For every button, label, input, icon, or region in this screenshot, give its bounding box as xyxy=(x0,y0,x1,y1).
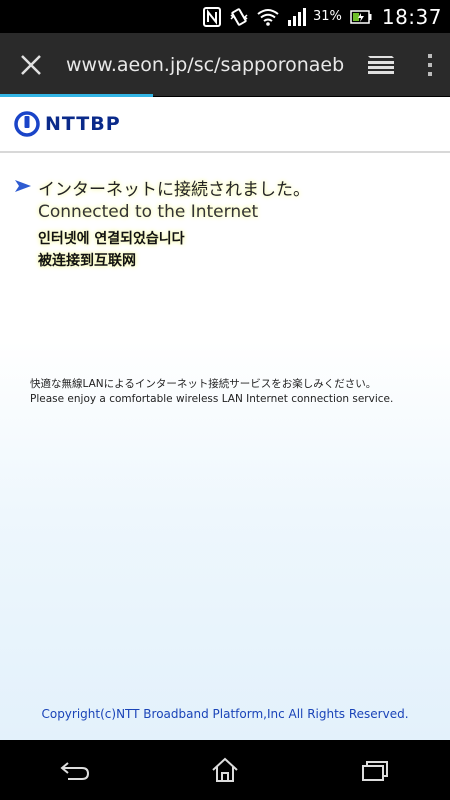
url-bar[interactable]: www.aeon.jp/sc/sapporonaeb xyxy=(66,54,352,76)
more-vertical-icon xyxy=(428,53,432,76)
status-clock: 18:37 xyxy=(381,4,442,29)
wifi-icon xyxy=(257,8,279,26)
home-button[interactable] xyxy=(185,740,265,800)
close-tab-button[interactable] xyxy=(0,33,62,96)
service-text-en: Please enjoy a comfortable wireless LAN … xyxy=(30,393,394,405)
connected-message-ja: インターネットに接続されました。 xyxy=(38,180,310,200)
connected-message-zh: 被连接到互联网 xyxy=(38,253,136,269)
signal-icon xyxy=(287,7,307,26)
recent-apps-button[interactable] xyxy=(335,740,415,800)
service-description: 快適な無線LANによるインターネット接続サービスをお楽しみください。 Pleas… xyxy=(30,377,393,407)
nfc-icon xyxy=(202,6,221,27)
close-icon xyxy=(21,54,41,75)
tabs-button[interactable] xyxy=(352,33,410,96)
service-text-ja: 快適な無線LANによるインターネット接続サービスをお楽しみください。 xyxy=(30,378,377,390)
web-page: NTTBP インターネットに接続されました。 Connected to the … xyxy=(0,97,450,740)
copyright-text: Copyright(c)NTT Broadband Platform,Inc A… xyxy=(41,707,409,721)
vibrate-icon xyxy=(229,7,249,27)
back-icon xyxy=(60,762,90,780)
ntt-logo-icon xyxy=(14,111,40,137)
connection-message: インターネットに接続されました。 Connected to the Intern… xyxy=(14,175,354,270)
battery-percent: 31% xyxy=(312,9,342,24)
navigation-bar xyxy=(0,740,450,800)
connected-message-ko: 인터넷에 연결되었습니다 xyxy=(38,231,185,247)
battery-icon xyxy=(350,9,372,24)
page-header: NTTBP xyxy=(0,97,450,153)
tabs-stack-icon xyxy=(368,55,394,74)
logo-text: NTTBP xyxy=(45,113,121,135)
browser-toolbar: www.aeon.jp/sc/sapporonaeb xyxy=(0,33,450,96)
overflow-menu-button[interactable] xyxy=(410,33,450,96)
back-button[interactable] xyxy=(35,740,115,800)
status-bar: 31% 18:37 xyxy=(0,0,450,33)
home-icon xyxy=(212,757,238,782)
nttbp-logo: NTTBP xyxy=(14,111,121,137)
recent-apps-icon xyxy=(362,761,388,781)
connected-message-en: Connected to the Internet xyxy=(38,202,259,222)
pointer-arrow-icon xyxy=(15,180,31,192)
